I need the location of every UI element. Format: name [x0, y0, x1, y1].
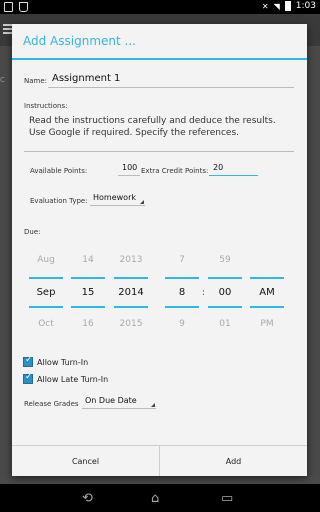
- ampm-current: AM: [259, 287, 275, 298]
- allow-late-turn-in-checkbox[interactable]: [23, 372, 33, 384]
- allow-turn-in-row[interactable]: Allow Turn-In: [23, 355, 89, 367]
- release-grades-value: On Due Date: [85, 396, 137, 405]
- hour-prev[interactable]: 7: [165, 255, 199, 265]
- instructions-label: Instructions:: [24, 102, 68, 110]
- ampm-next[interactable]: PM: [250, 319, 284, 329]
- dropdown-icon: [151, 403, 155, 407]
- dropdown-icon: [140, 200, 144, 204]
- navigation-bar: ⟲ ⌂ ▭: [0, 484, 320, 512]
- year-current: 2014: [118, 287, 144, 298]
- cancel-button[interactable]: Cancel: [12, 446, 159, 476]
- recents-icon[interactable]: ▭: [221, 491, 233, 506]
- minute-next[interactable]: 01: [208, 319, 242, 329]
- allow-turn-in-label: Allow Turn-In: [37, 357, 89, 367]
- wifi-icon: ◥: [273, 1, 280, 11]
- minute-prev[interactable]: 59: [208, 255, 242, 265]
- available-points-input[interactable]: 100: [118, 163, 140, 176]
- add-assignment-dialog: Add Assignment ... Name: Assignment 1 In…: [12, 24, 307, 476]
- evaluation-type-label: Evaluation Type:: [30, 197, 88, 205]
- instructions-underline: [24, 151, 294, 152]
- day-current: 15: [81, 287, 95, 298]
- picker-divider: [165, 277, 199, 279]
- picker-divider: [71, 277, 105, 279]
- release-grades-spinner[interactable]: On Due Date: [82, 396, 156, 409]
- picker-divider: [208, 277, 242, 279]
- instructions-input[interactable]: Read the instructions carefully and dedu…: [29, 115, 295, 139]
- dialog-button-bar: Cancel Add: [12, 445, 307, 476]
- allow-turn-in-checkbox[interactable]: [23, 355, 33, 367]
- background-tab-fragment: C: [0, 76, 5, 84]
- extra-credit-input[interactable]: 20: [209, 163, 258, 176]
- due-label: Due:: [24, 228, 41, 236]
- evaluation-type-spinner[interactable]: Homework: [90, 193, 145, 206]
- picker-divider: [165, 306, 199, 308]
- name-label: Name:: [24, 77, 48, 85]
- status-bar: ✕ ◥ 1:03: [0, 0, 320, 14]
- year-prev[interactable]: 2013: [114, 255, 148, 265]
- battery-icon: [284, 1, 291, 11]
- month-current: Sep: [36, 287, 56, 298]
- picker-divider: [208, 306, 242, 308]
- hour-current: 8: [178, 287, 186, 298]
- name-input[interactable]: Assignment 1: [48, 73, 294, 88]
- time-separator: :: [202, 288, 206, 298]
- month-prev[interactable]: Aug: [29, 255, 63, 265]
- picker-divider: [71, 306, 105, 308]
- allow-late-turn-in-row[interactable]: Allow Late Turn-In: [23, 372, 109, 384]
- minute-current: 00: [218, 287, 232, 298]
- day-prev[interactable]: 14: [71, 255, 105, 265]
- clock: 1:03: [295, 1, 316, 11]
- picker-divider: [250, 306, 284, 308]
- picker-divider: [250, 277, 284, 279]
- picker-divider: [114, 277, 148, 279]
- dialog-title: Add Assignment ...: [23, 34, 136, 48]
- notification-icon: [4, 2, 13, 12]
- hour-next[interactable]: 9: [165, 319, 199, 329]
- year-next[interactable]: 2015: [114, 319, 148, 329]
- extra-credit-label: Extra Credit Points:: [141, 167, 209, 175]
- available-points-label: Available Points:: [30, 167, 88, 175]
- mute-icon: ✕: [261, 1, 269, 11]
- picker-divider: [114, 306, 148, 308]
- add-button[interactable]: Add: [159, 446, 307, 476]
- release-grades-label: Release Grades: [24, 400, 79, 408]
- evaluation-type-value: Homework: [93, 193, 136, 202]
- back-icon[interactable]: ⟲: [82, 491, 93, 506]
- title-divider: [12, 58, 307, 60]
- allow-late-turn-in-label: Allow Late Turn-In: [37, 374, 109, 384]
- home-icon[interactable]: ⌂: [151, 491, 159, 506]
- picker-divider: [29, 306, 63, 308]
- flash-icon: [19, 2, 28, 12]
- month-next[interactable]: Oct: [29, 319, 63, 329]
- day-next[interactable]: 16: [71, 319, 105, 329]
- picker-divider: [29, 277, 63, 279]
